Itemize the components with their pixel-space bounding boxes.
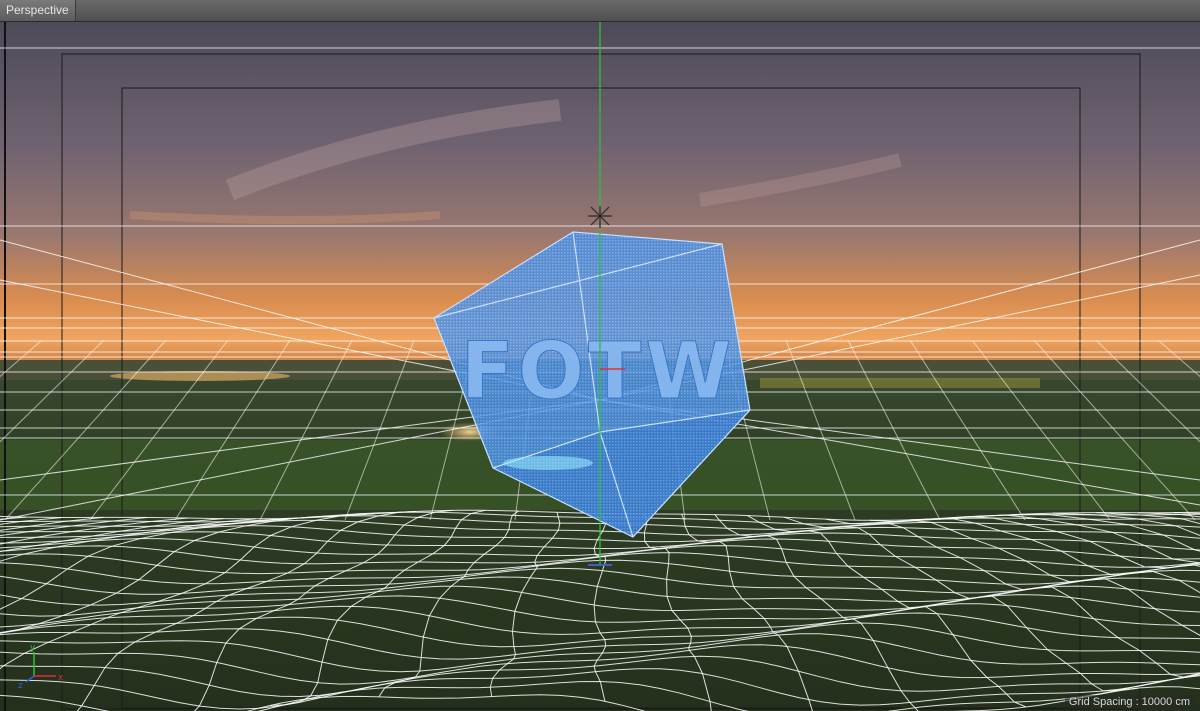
gizmo-z-label: z (18, 681, 23, 691)
cube-light-glow (503, 456, 593, 470)
view-mode-tab[interactable]: Perspective (0, 0, 76, 21)
gizmo-x-label: x (58, 673, 64, 683)
3d-viewport[interactable]: Perspective FOTW y x z Grid Spacing: 10… (0, 0, 1200, 711)
gizmo-y-label: y (30, 643, 36, 653)
viewport-titlebar: Perspective (0, 0, 1200, 22)
cube-text-object[interactable]: FOTW (460, 327, 736, 418)
scene-canvas[interactable]: FOTW y x z (0, 22, 1200, 711)
grid-spacing-label: Grid Spacing : 10000 cm (1064, 695, 1194, 709)
